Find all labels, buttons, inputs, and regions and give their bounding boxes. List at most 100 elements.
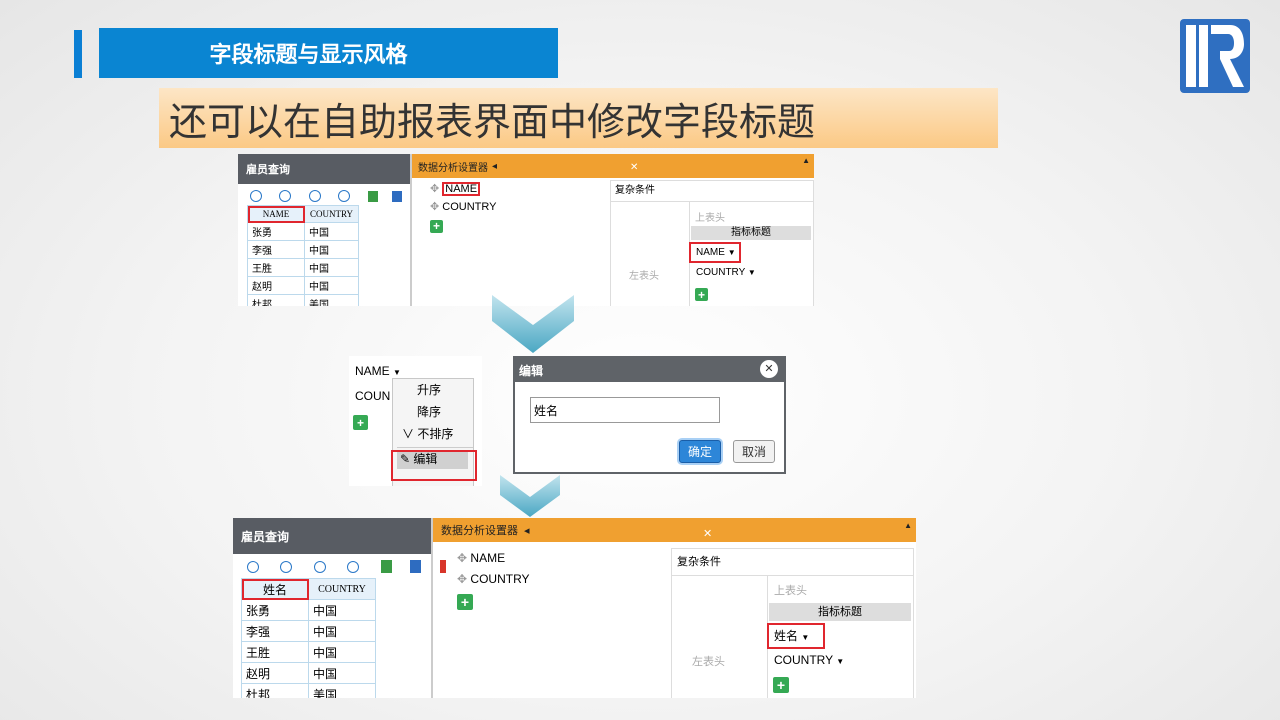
first-page-icon[interactable] xyxy=(247,561,259,573)
first-page-icon[interactable] xyxy=(250,190,262,202)
table-row: 王胜 中国 xyxy=(247,258,359,277)
menu-item-asc[interactable]: 升序 xyxy=(393,379,473,401)
field-item-name[interactable]: ✥ NAME xyxy=(457,548,530,569)
field-label: COUNTRY xyxy=(442,201,497,213)
field-item-country[interactable]: ✥ COUNTRY xyxy=(430,198,496,216)
cell-name: 赵明 xyxy=(247,276,305,295)
top-header-label: 上表头 xyxy=(695,213,725,224)
ok-button[interactable]: 确定 xyxy=(679,440,721,463)
r-logo-icon xyxy=(1180,19,1250,93)
measure-name[interactable]: NAME ▼ xyxy=(689,242,741,263)
cell-country: 美国 xyxy=(304,294,359,306)
cell-country: 中国 xyxy=(304,240,359,259)
measure-country[interactable]: COUNTRY ▼ xyxy=(696,267,756,278)
add-field-button[interactable]: + xyxy=(457,594,473,610)
menu-field-name[interactable]: NAME ▼ xyxy=(355,364,401,378)
cell-country: 中国 xyxy=(304,276,359,295)
cancel-button[interactable]: 取消 xyxy=(733,440,775,463)
prev-page-icon[interactable] xyxy=(279,190,292,202)
add-measure-button[interactable]: + xyxy=(773,677,789,693)
column-header-name[interactable]: 姓名 xyxy=(241,578,309,600)
cell-name: 杜邦 xyxy=(247,294,305,306)
measure-label: 姓名 xyxy=(774,629,799,643)
measure-label: COUNTRY xyxy=(696,267,746,278)
excel-export-icon[interactable] xyxy=(367,191,378,202)
cell-country: 美国 xyxy=(308,683,376,698)
collapse-left-icon[interactable]: ◂ xyxy=(492,161,497,172)
next-page-icon[interactable] xyxy=(313,561,326,573)
move-icon: ✥ xyxy=(430,201,440,213)
measure-name[interactable]: 姓名 ▼ xyxy=(767,623,825,649)
check-icon: ∨ xyxy=(402,427,415,441)
close-icon[interactable]: ✕ xyxy=(760,360,778,378)
screenshot-before: 雇员查询 NAME COUNTRY 张勇 中国 李强 中国 王胜 中国 赵明 中国 杜邦… xyxy=(238,154,814,306)
field-list: ✥ NAME ✥ COUNTRY + xyxy=(457,548,530,614)
column-header-country[interactable]: COUNTRY xyxy=(308,578,376,600)
move-icon: ✥ xyxy=(457,551,468,565)
cell-name: 李强 xyxy=(247,240,305,259)
cell-country: 中国 xyxy=(308,641,376,663)
field-label: NAME xyxy=(355,364,390,378)
menu-item-nosort[interactable]: ∨ 不排序 xyxy=(393,423,473,445)
column-header-name[interactable]: NAME xyxy=(247,205,305,223)
menu-item-desc[interactable]: 降序 xyxy=(393,401,473,423)
prev-page-icon[interactable] xyxy=(280,561,293,573)
measure-label: NAME xyxy=(696,247,725,258)
measure-country[interactable]: COUNTRY ▼ xyxy=(774,653,844,667)
nav-toolbar xyxy=(247,560,447,574)
context-menu-crop: NAME ▼ COUN + 升序 降序 ∨ 不排序 ✎ 编辑 xyxy=(349,356,482,486)
column-header-country[interactable]: COUNTRY xyxy=(304,205,359,223)
field-item-name[interactable]: ✥ NAME xyxy=(430,180,496,198)
word-export-icon[interactable] xyxy=(392,191,403,202)
next-page-icon[interactable] xyxy=(308,190,321,202)
table-row: 赵明 中国 xyxy=(241,662,376,684)
cell-country: 中国 xyxy=(304,222,359,241)
excel-export-icon[interactable] xyxy=(380,560,392,573)
close-icon[interactable]: ✕ xyxy=(703,527,712,540)
last-page-icon[interactable] xyxy=(347,561,360,573)
complex-condition-label: 复杂条件 xyxy=(611,181,813,202)
sidebar-title: 雇员查询 xyxy=(238,154,412,184)
field-list: ✥ NAME ✥ COUNTRY + xyxy=(430,180,496,236)
report-table: NAME COUNTRY 张勇 中国 李强 中国 王胜 中国 赵明 中国 杜邦 美国 xyxy=(247,205,359,306)
cell-country: 中国 xyxy=(308,620,376,642)
analysis-header: 数据分析设置器 ◂ ✕ ▲ xyxy=(433,518,916,542)
field-item-country[interactable]: ✥ COUNTRY xyxy=(457,569,530,590)
down-chevron-icon xyxy=(492,295,574,359)
table-row: 杜邦 美国 xyxy=(247,294,359,306)
analysis-title: 数据分析设置器 xyxy=(441,525,518,537)
collapse-up-icon[interactable]: ▲ xyxy=(904,521,912,530)
section-title: 字段标题与显示风格 xyxy=(99,28,558,78)
cell-name: 李强 xyxy=(241,620,309,642)
table-row: 赵明 中国 xyxy=(247,276,359,295)
close-icon[interactable]: ✕ xyxy=(630,162,638,173)
layout-grid: 复杂条件 上表头 指标标题 左表头 NAME ▼ COUNTRY ▼ + xyxy=(610,180,814,306)
cell-name: 杜邦 xyxy=(241,683,309,698)
collapse-left-icon[interactable]: ◂ xyxy=(524,524,530,537)
cell-name: 赵明 xyxy=(241,662,309,684)
cell-country: 中国 xyxy=(308,599,376,621)
edit-dialog: 编辑 ✕ 姓名 确定 取消 xyxy=(513,356,786,474)
pdf-export-icon[interactable] xyxy=(439,560,446,573)
cell-country: 中国 xyxy=(304,258,359,277)
table-row: 李强 中国 xyxy=(247,240,359,259)
collapse-up-icon[interactable]: ▲ xyxy=(802,156,810,165)
add-measure-button[interactable]: + xyxy=(695,288,708,301)
dropdown-arrow-icon: ▼ xyxy=(836,657,845,666)
add-field-button[interactable]: + xyxy=(430,219,443,233)
left-header-label: 左表头 xyxy=(629,271,659,282)
menu-field-country[interactable]: COUN xyxy=(355,389,390,403)
move-icon: ✥ xyxy=(457,572,468,586)
cell-country: 中国 xyxy=(308,662,376,684)
last-page-icon[interactable] xyxy=(338,190,351,202)
screenshot-after: 雇员查询 姓名 COUNTRY 张勇 中国 李强 中国 王胜 中国 赵明 中国 杜邦 美国… xyxy=(233,518,916,698)
title-input[interactable]: 姓名 xyxy=(530,397,720,423)
down-chevron-icon xyxy=(500,475,560,523)
add-measure-button[interactable]: + xyxy=(353,415,368,430)
table-row: 张勇 中国 xyxy=(247,222,359,241)
table-row: 张勇 中国 xyxy=(241,599,376,621)
title-accent-bar xyxy=(74,30,82,78)
sidebar-title: 雇员查询 xyxy=(233,518,433,554)
menu-separator xyxy=(397,447,473,448)
word-export-icon[interactable] xyxy=(410,560,422,573)
